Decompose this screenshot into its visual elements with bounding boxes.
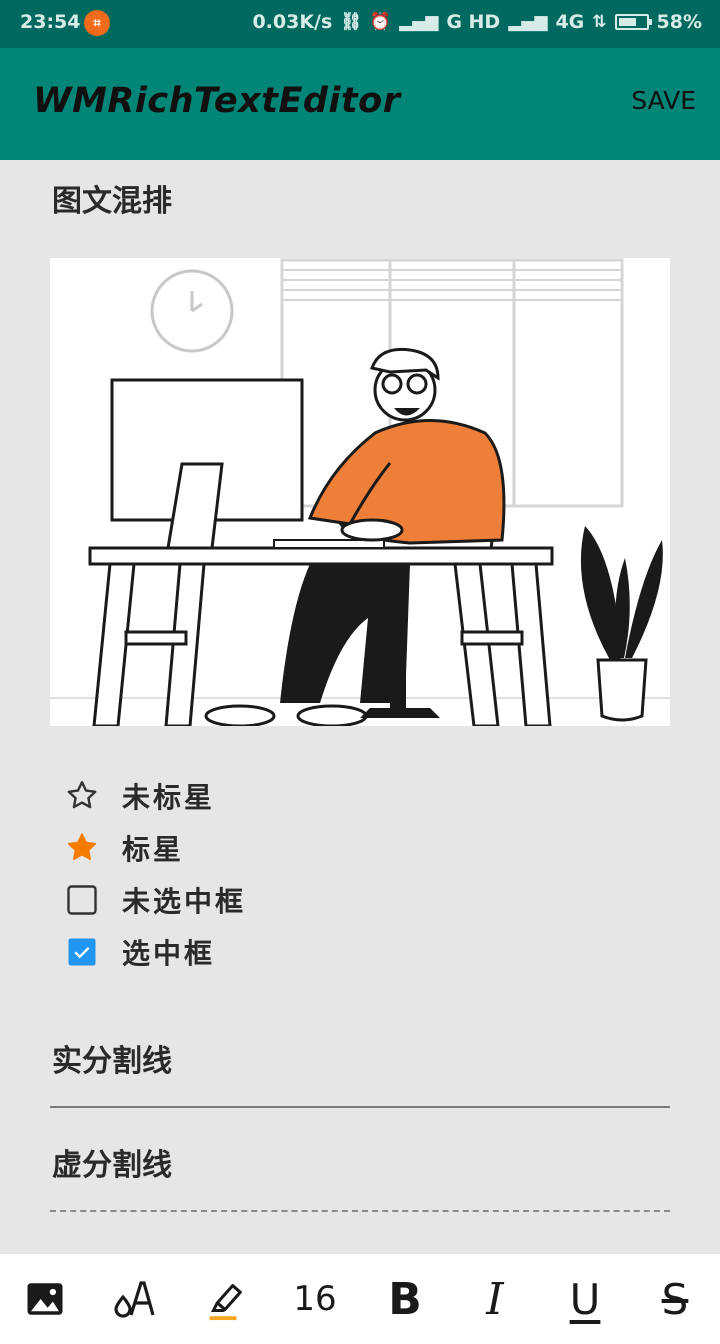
italic-button[interactable]: I <box>465 1269 525 1329</box>
heading-dashed-divider[interactable]: 虚分割线 <box>52 1140 172 1184</box>
list-item[interactable]: 选中框 <box>64 926 246 978</box>
format-toolbar: 16 B I U S <box>0 1254 720 1344</box>
inline-image[interactable] <box>50 258 670 728</box>
font-size-button[interactable]: 16 <box>285 1269 345 1329</box>
strikethrough-button[interactable]: S <box>645 1269 705 1329</box>
status-bar: 23:54 ⌗ 0.03K/s ⛓ ⏰ ▂▄▆ G HD ▂▄▆ 4G ⇅ 58… <box>0 0 720 48</box>
star-outline-icon[interactable] <box>64 778 100 814</box>
list-item-label: 未标星 <box>122 781 216 814</box>
highlight-button[interactable] <box>195 1269 255 1329</box>
heading-image-text[interactable]: 图文混排 <box>52 176 172 220</box>
checkbox-checked-icon[interactable] <box>64 934 100 970</box>
status-indicators: 0.03K/s ⛓ ⏰ ▂▄▆ G HD ▂▄▆ 4G ⇅ 58% <box>252 11 702 33</box>
bold-icon: B <box>388 1273 422 1325</box>
signal-icon-2: ▂▄▆ <box>508 12 548 32</box>
highlighter-icon <box>209 1284 242 1321</box>
office-illustration <box>50 258 670 728</box>
list-item[interactable]: 标星 <box>64 822 246 874</box>
list-item-label: 标星 <box>122 833 185 866</box>
app-title: WMRichTextEditor <box>33 81 401 121</box>
heading-solid-divider[interactable]: 实分割线 <box>52 1036 172 1080</box>
battery-icon <box>614 14 652 30</box>
link-icon: ⛓ <box>340 12 362 32</box>
app-bar: WMRichTextEditor SAVE <box>0 48 720 160</box>
underline-button[interactable]: U <box>555 1269 615 1329</box>
insert-image-button[interactable] <box>15 1269 75 1329</box>
signal-icon: ▂▄▆ <box>399 12 439 32</box>
checkbox-unchecked-icon[interactable] <box>64 882 100 918</box>
italic-icon: I <box>486 1273 504 1325</box>
text-color-button[interactable] <box>105 1269 165 1329</box>
signal-label-2: 4G <box>555 11 585 33</box>
font-color-icon <box>114 1281 155 1318</box>
network-speed: 0.03K/s <box>252 11 333 33</box>
underline-icon: U <box>569 1274 601 1324</box>
image-icon <box>27 1283 63 1315</box>
status-time: 23:54 <box>20 11 81 33</box>
notification-app-icon: ⌗ <box>84 10 110 36</box>
list-item[interactable]: 未标星 <box>64 770 246 822</box>
star-filled-icon[interactable] <box>64 830 100 866</box>
data-transfer-icon: ⇅ <box>592 12 607 32</box>
bold-button[interactable]: B <box>375 1269 435 1329</box>
signal-label-1: G HD <box>446 11 501 33</box>
font-size-label: 16 <box>293 1279 337 1319</box>
battery-percent: 58% <box>656 11 702 33</box>
list-item-label: 选中框 <box>122 937 216 970</box>
solid-divider <box>50 1106 670 1108</box>
checklist: 未标星 标星 未选中框 选中框 <box>64 770 246 978</box>
dashed-divider <box>50 1210 670 1212</box>
list-item-label: 未选中框 <box>122 885 247 918</box>
list-item[interactable]: 未选中框 <box>64 874 246 926</box>
strikethrough-icon: S <box>661 1274 689 1324</box>
save-button[interactable]: SAVE <box>631 86 696 115</box>
alarm-icon: ⏰ <box>369 12 392 32</box>
